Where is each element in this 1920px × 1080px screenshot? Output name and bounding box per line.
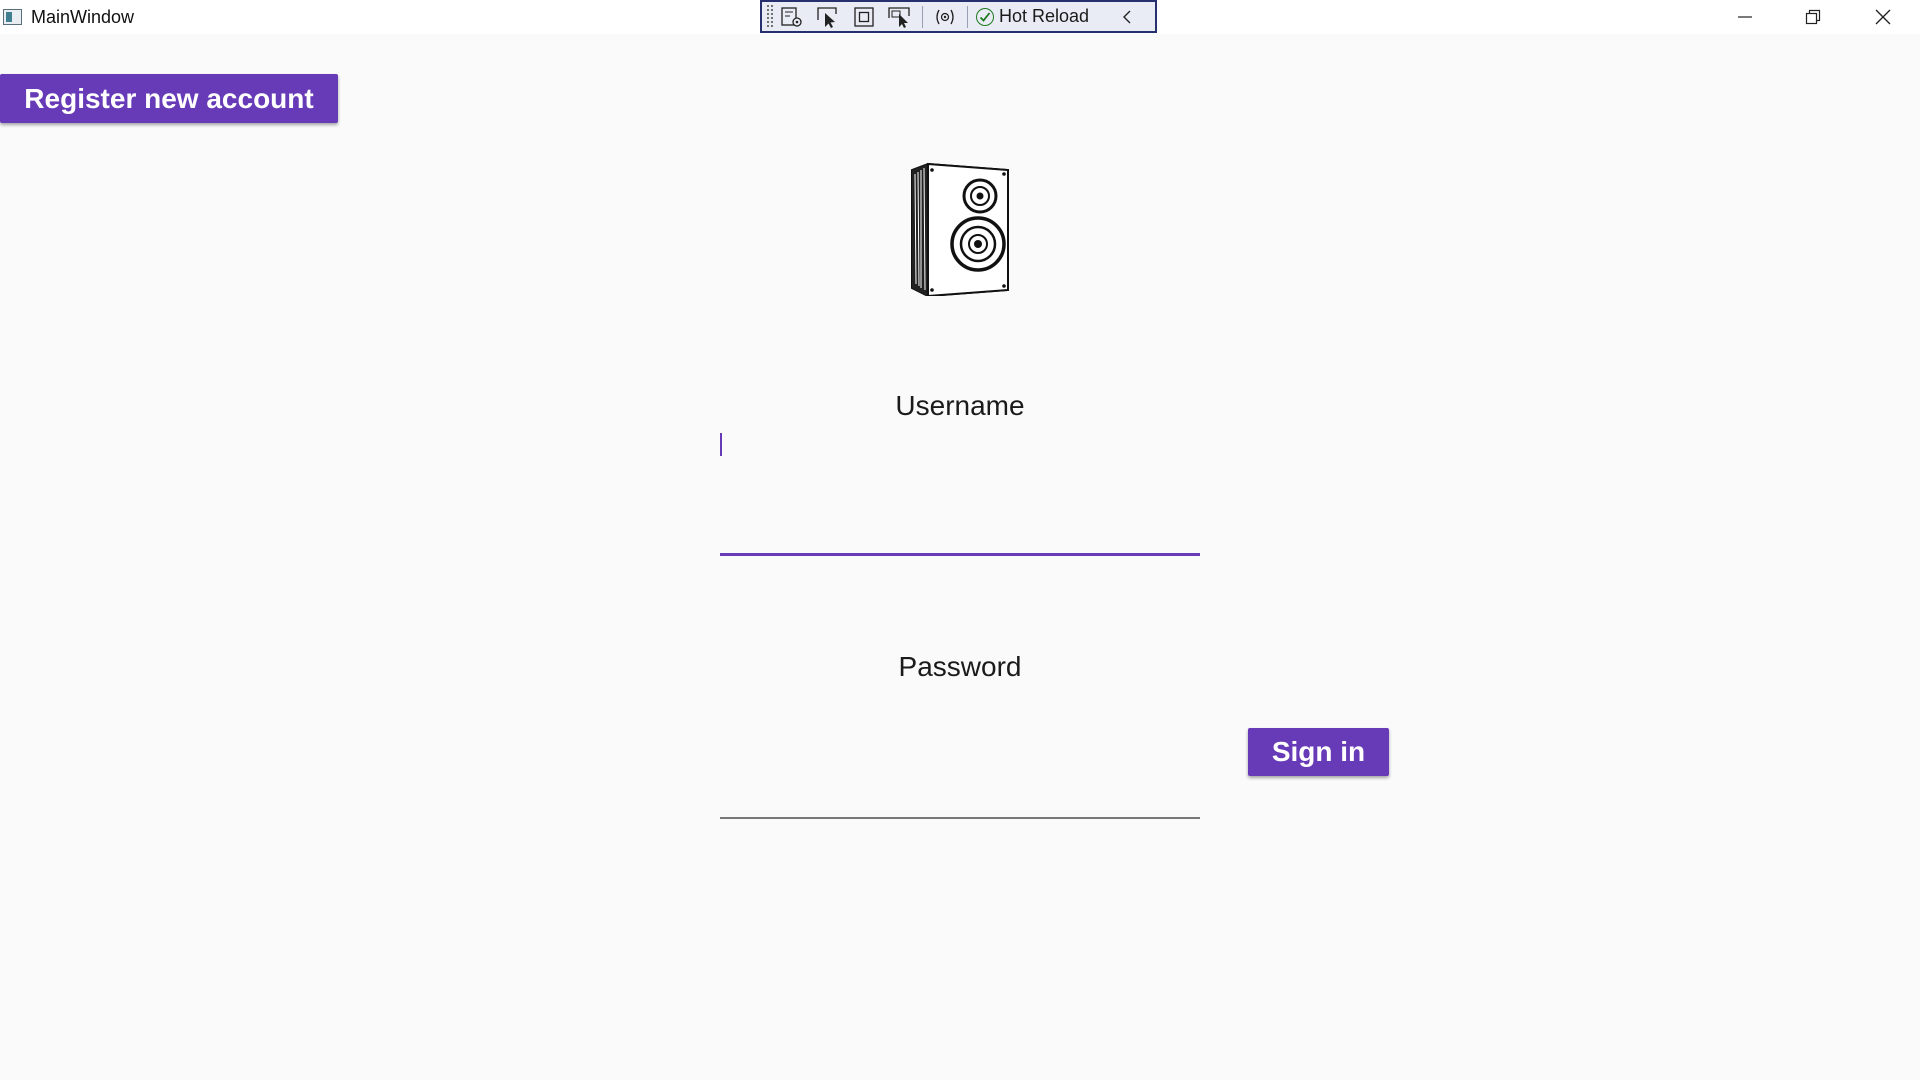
password-input[interactable] <box>720 700 1200 819</box>
layout-adorners-button[interactable] <box>846 3 882 31</box>
toolbar-separator <box>967 5 968 28</box>
live-visual-tree-icon <box>781 6 802 27</box>
select-element-icon <box>817 6 837 28</box>
hot-reload-status[interactable]: Hot Reload <box>972 6 1089 27</box>
restore-button[interactable] <box>1778 0 1848 34</box>
hot-reload-check-icon <box>976 7 994 26</box>
live-visual-tree-button[interactable] <box>774 3 810 31</box>
close-icon <box>1875 9 1891 25</box>
register-new-account-button[interactable]: Register new account <box>0 74 338 123</box>
binding-failures-icon <box>936 9 954 24</box>
minimize-button[interactable] <box>1710 0 1780 34</box>
window-title: MainWindow <box>31 7 135 27</box>
grip-icon[interactable] <box>766 4 774 29</box>
track-focus-button[interactable] <box>882 3 918 31</box>
hot-reload-label: Hot Reload <box>999 6 1090 26</box>
collapse-toolbar-button[interactable] <box>1109 3 1145 31</box>
chevron-left-icon <box>1123 10 1131 23</box>
app-window-icon <box>3 9 22 25</box>
sign-in-button[interactable]: Sign in <box>1248 728 1389 776</box>
username-input[interactable] <box>720 432 1200 556</box>
close-button[interactable] <box>1848 0 1918 34</box>
binding-failures-button[interactable] <box>927 3 963 31</box>
display-layout-adorners-icon <box>854 6 874 27</box>
speaker-icon <box>911 162 1009 296</box>
select-element-button[interactable] <box>810 3 846 31</box>
username-label: Username <box>895 390 1025 421</box>
text-caret <box>720 433 722 456</box>
minimize-icon <box>1738 16 1752 18</box>
xaml-debug-toolbar: Hot Reload <box>760 0 1157 33</box>
toolbar-separator <box>922 5 923 28</box>
track-focus-icon <box>888 6 910 28</box>
password-label: Password <box>898 651 1022 682</box>
restore-icon <box>1805 9 1821 25</box>
